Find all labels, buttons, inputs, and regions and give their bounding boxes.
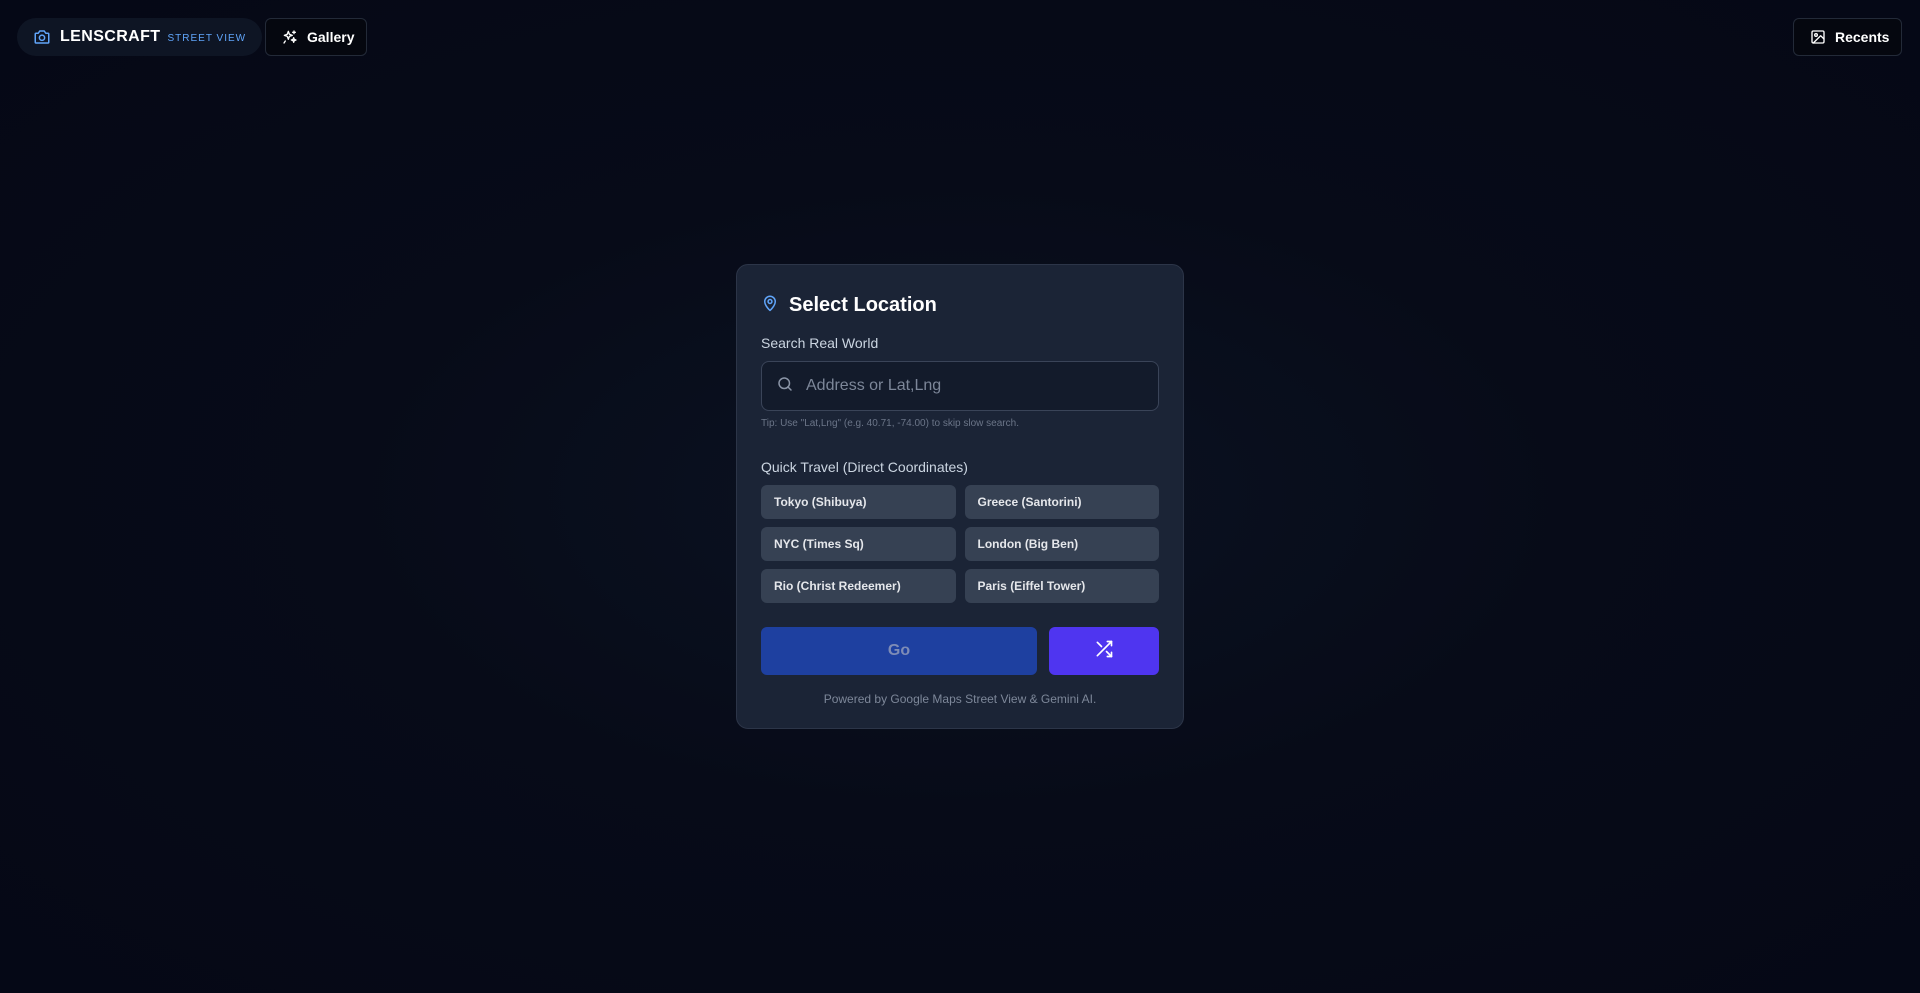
image-icon xyxy=(1810,29,1826,45)
select-location-card: Select Location Search Real World Tip: U… xyxy=(736,264,1184,729)
card-actions: Go xyxy=(761,627,1159,675)
search-box[interactable] xyxy=(761,361,1159,411)
quick-travel-london[interactable]: London (Big Ben) xyxy=(964,527,1159,561)
search-input[interactable] xyxy=(806,377,1144,395)
quick-travel-paris[interactable]: Paris (Eiffel Tower) xyxy=(964,569,1159,603)
recents-label: Recents xyxy=(1835,29,1890,45)
sparkles-icon xyxy=(282,29,298,45)
recents-button[interactable]: Recents xyxy=(1793,18,1902,56)
map-pin-icon xyxy=(761,293,779,318)
brand-name: LENSCRAFT xyxy=(60,28,161,45)
search-tip: Tip: Use "Lat,Lng" (e.g. 40.71, -74.00) … xyxy=(761,418,1019,429)
brand-subtitle: STREET VIEW xyxy=(167,33,247,44)
quick-travel-nyc[interactable]: NYC (Times Sq) xyxy=(761,527,956,561)
search-label: Search Real World xyxy=(761,335,879,351)
camera-icon xyxy=(33,28,51,46)
shuffle-icon xyxy=(1094,639,1114,664)
go-button[interactable]: Go xyxy=(761,627,1037,675)
quick-travel-rio[interactable]: Rio (Christ Redeemer) xyxy=(761,569,956,603)
quick-travel-grid: Tokyo (Shibuya) Greece (Santorini) NYC (… xyxy=(761,485,1159,603)
quick-travel-greece[interactable]: Greece (Santorini) xyxy=(964,485,1159,519)
gallery-button[interactable]: Gallery xyxy=(265,18,367,56)
search-icon xyxy=(776,375,794,398)
quick-travel-tokyo[interactable]: Tokyo (Shibuya) xyxy=(761,485,956,519)
card-header: Select Location xyxy=(761,290,1159,320)
quick-travel-label: Quick Travel (Direct Coordinates) xyxy=(761,459,968,475)
powered-by-footer: Powered by Google Maps Street View & Gem… xyxy=(823,692,1097,706)
brand-logo: LENSCRAFT STREET VIEW xyxy=(17,18,263,56)
card-title: Select Location xyxy=(789,293,937,316)
shuffle-button[interactable] xyxy=(1049,627,1159,675)
gallery-label: Gallery xyxy=(307,29,355,45)
